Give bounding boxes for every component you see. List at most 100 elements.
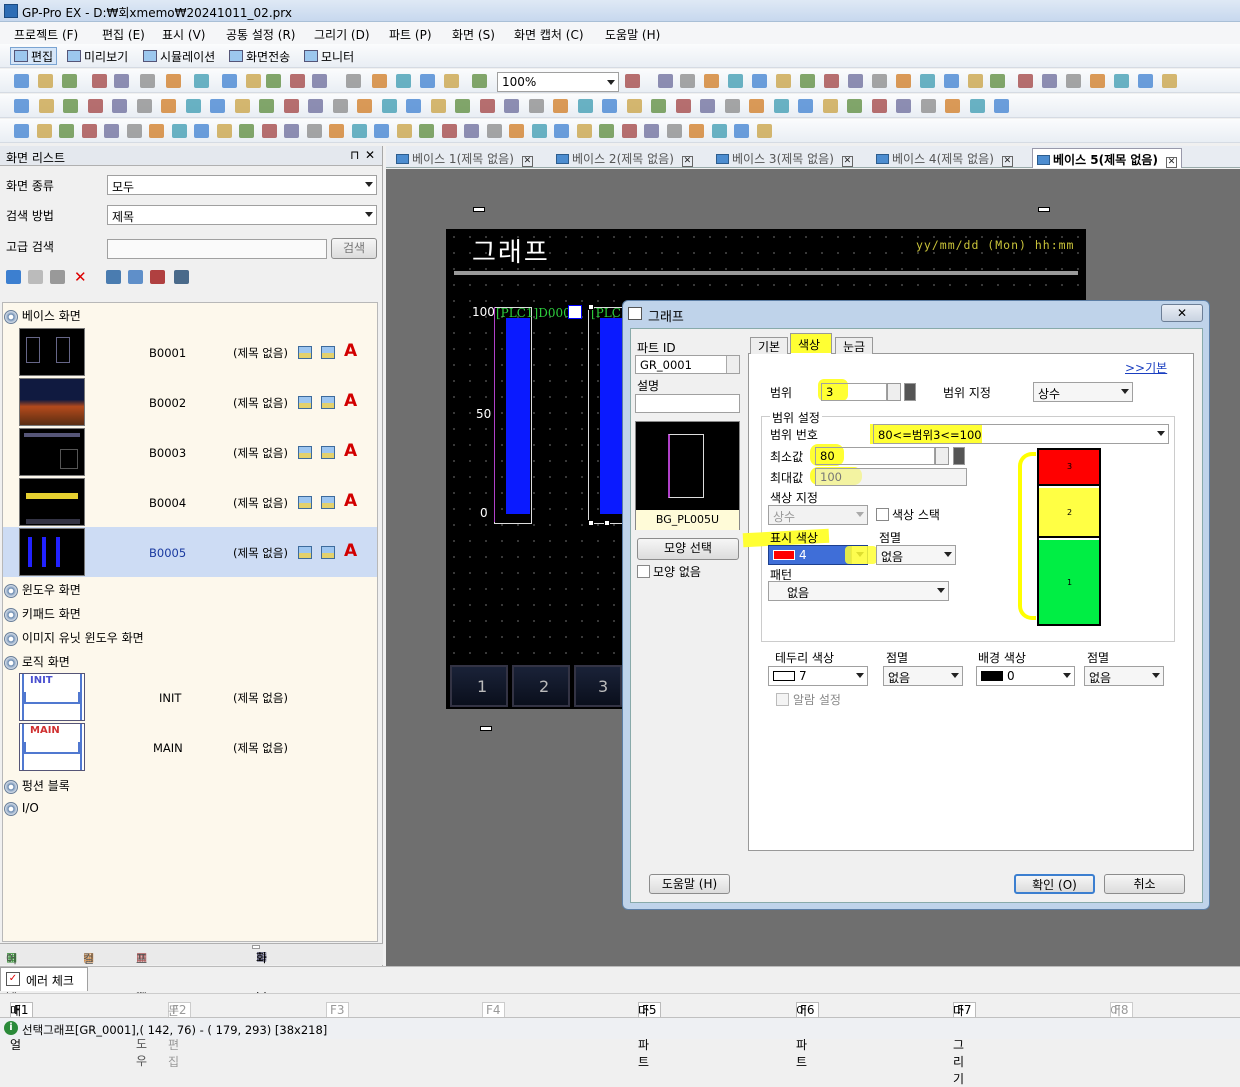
close-icon[interactable]: ✕: [365, 148, 375, 162]
print-icon[interactable]: [444, 74, 459, 88]
close-icon[interactable]: ✕: [521, 156, 533, 167]
close-icon[interactable]: ✕: [1165, 157, 1177, 168]
delete-icon[interactable]: [1138, 74, 1153, 88]
switch-icon[interactable]: [676, 99, 691, 113]
rect-icon[interactable]: [872, 99, 887, 113]
rotate-icon[interactable]: [509, 124, 524, 138]
dot-icon[interactable]: [798, 99, 813, 113]
align-top-icon[interactable]: [172, 124, 187, 138]
save-icon[interactable]: [420, 74, 435, 88]
new-screen-icon[interactable]: [6, 270, 21, 284]
graph-icon[interactable]: [725, 99, 740, 113]
resize-handle[interactable]: [473, 207, 485, 212]
align-right-icon[interactable]: [689, 124, 704, 138]
align-right-icon[interactable]: [419, 124, 434, 138]
help-button[interactable]: 도움말 (H): [649, 874, 730, 894]
tab-color[interactable]: 색상: [790, 333, 832, 354]
switch-icon[interactable]: [308, 99, 323, 113]
part-id-input[interactable]: GR_0001: [635, 355, 740, 374]
polygon-icon[interactable]: [896, 99, 911, 113]
graph-icon[interactable]: [357, 99, 372, 113]
copy-icon[interactable]: [28, 270, 43, 284]
preview-icon[interactable]: [114, 74, 129, 88]
polyline-icon[interactable]: [847, 99, 862, 113]
zoom-combo[interactable]: 100%: [497, 72, 619, 92]
list-item[interactable]: INIT INIT (제목 없음): [3, 672, 377, 722]
graph-part-2[interactable]: [588, 307, 626, 524]
check-icon[interactable]: [346, 74, 361, 88]
preview-icon[interactable]: [944, 74, 959, 88]
menu-common[interactable]: 공통 설정 (R): [226, 26, 296, 43]
group-icon[interactable]: [284, 124, 299, 138]
check-icon[interactable]: [1162, 74, 1177, 88]
range-spec-select[interactable]: 상수: [1033, 382, 1133, 402]
tab-base-1[interactable]: 베이스 1(제목 없음) ✕: [392, 148, 537, 168]
text-icon[interactable]: [39, 99, 54, 113]
table-icon[interactable]: [333, 99, 348, 113]
new-icon[interactable]: [372, 74, 387, 88]
tab-scale[interactable]: 눈금: [835, 337, 873, 354]
screen-button-3[interactable]: 3: [574, 665, 622, 707]
paste-icon[interactable]: [50, 270, 65, 284]
align-middle-icon[interactable]: [464, 124, 479, 138]
min-input[interactable]: 80: [815, 447, 935, 465]
print-icon[interactable]: [92, 74, 107, 88]
fill-icon[interactable]: [602, 99, 617, 113]
delete-icon[interactable]: [800, 74, 815, 88]
group-function-block[interactable]: 펑션 블록: [4, 777, 70, 794]
arc-icon[interactable]: [945, 99, 960, 113]
cut-icon[interactable]: [704, 74, 719, 88]
group-logic[interactable]: 로직 화면: [4, 653, 70, 670]
paste-icon[interactable]: [1090, 74, 1105, 88]
border-blink-select[interactable]: 없음: [883, 666, 963, 686]
check-icon[interactable]: [824, 74, 839, 88]
simulation-button[interactable]: 시뮬레이션: [140, 47, 218, 65]
tab-base-2[interactable]: 베이스 2(제목 없음) ✕: [552, 148, 697, 168]
copy-icon[interactable]: [728, 74, 743, 88]
range-device-icon[interactable]: [904, 383, 916, 401]
rotate-icon[interactable]: [239, 124, 254, 138]
menu-project[interactable]: 프로젝트 (F): [14, 26, 78, 43]
range-no-select[interactable]: 80<=범위3<=100: [873, 424, 1169, 444]
bar-icon[interactable]: [259, 99, 274, 113]
delete-icon[interactable]: ✕: [74, 268, 87, 286]
edit-button[interactable]: 편집: [10, 47, 58, 65]
border-color-select[interactable]: 7: [768, 666, 868, 686]
paste-icon[interactable]: [752, 74, 767, 88]
pointer-icon[interactable]: [382, 99, 397, 113]
dot-icon[interactable]: [431, 99, 446, 113]
pointer-icon[interactable]: [749, 99, 764, 113]
pointer-icon[interactable]: [14, 99, 29, 113]
range-input[interactable]: 3: [821, 383, 887, 401]
align-center-icon[interactable]: [127, 124, 142, 138]
tab-screen-list[interactable]: ▦ 화면 리스트: [252, 945, 267, 1033]
align-middle-icon[interactable]: [194, 124, 209, 138]
fill-icon[interactable]: [235, 99, 250, 113]
min-spinner[interactable]: [935, 447, 949, 465]
bg-color-select[interactable]: 0: [976, 666, 1075, 686]
close-icon[interactable]: ✕: [681, 156, 693, 167]
lamp-icon[interactable]: [651, 99, 666, 113]
bg-blink-select[interactable]: 없음: [1084, 666, 1164, 686]
align-center-icon[interactable]: [667, 124, 682, 138]
ok-button[interactable]: 확인 (O): [1014, 874, 1095, 894]
spinner-icon[interactable]: [726, 356, 739, 373]
monitor-button[interactable]: 모니터: [301, 47, 357, 65]
copy-icon[interactable]: [246, 74, 261, 88]
min-device-icon[interactable]: [953, 447, 965, 465]
menu-capture[interactable]: 화면 캡처 (C): [514, 26, 584, 43]
align-top-icon[interactable]: [442, 124, 457, 138]
list-item[interactable]: B0001 (제목 없음) A: [3, 327, 377, 377]
dot-icon[interactable]: [63, 99, 78, 113]
group-image-unit[interactable]: 이미지 유닛 윈도우 화면: [4, 629, 144, 646]
polygon-icon[interactable]: [161, 99, 176, 113]
list-item[interactable]: B0003 (제목 없음) A: [3, 427, 377, 477]
group-base[interactable]: 베이스 화면: [4, 307, 81, 324]
print-icon[interactable]: [920, 74, 935, 88]
menu-parts[interactable]: 파트 (P): [389, 26, 432, 43]
preview-button[interactable]: 미리보기: [64, 47, 131, 65]
no-shape-checkbox[interactable]: [637, 565, 650, 578]
undo-icon[interactable]: [166, 74, 181, 88]
resize-handle[interactable]: [1038, 207, 1050, 212]
arc-icon[interactable]: [210, 99, 225, 113]
